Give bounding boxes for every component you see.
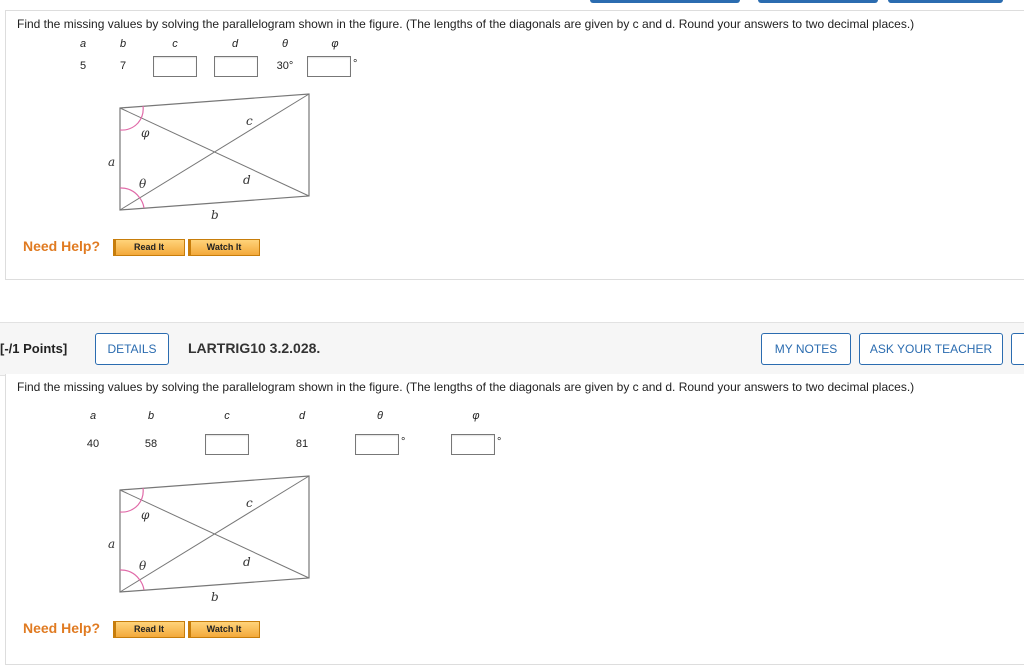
header-c: c — [224, 410, 230, 422]
figure-b-label: b — [211, 208, 219, 220]
diagonal-d-line — [119, 475, 310, 593]
need-help-label: Need Help? — [23, 238, 101, 254]
figure-d-label: d — [243, 555, 251, 569]
input-d[interactable] — [214, 56, 258, 77]
header-d: d — [231, 38, 239, 50]
value-d: 81 — [295, 438, 309, 450]
header-a: a — [79, 38, 87, 50]
details-button[interactable]: DETAILS — [95, 333, 169, 365]
figure-c-label: c — [246, 496, 253, 510]
figure-theta-label: θ — [139, 177, 147, 191]
top-tab-edge — [888, 0, 1003, 3]
input-phi[interactable] — [451, 434, 495, 455]
header-a: a — [89, 410, 97, 422]
value-b: 7 — [119, 60, 127, 72]
input-c[interactable] — [153, 56, 197, 77]
watch-it-button[interactable]: Watch It — [188, 239, 260, 256]
question-code: LARTRIG10 3.2.028. — [188, 340, 321, 356]
figure-d-label: d — [243, 173, 251, 187]
top-tab-edge — [758, 0, 878, 3]
read-it-button[interactable]: Read It — [113, 239, 185, 256]
read-it-button[interactable]: Read It — [113, 621, 185, 638]
degree-symbol: ° — [401, 436, 406, 448]
header-b: b — [147, 410, 155, 422]
need-help-label: Need Help? — [23, 620, 101, 636]
top-tab-edge — [590, 0, 740, 3]
input-phi[interactable] — [307, 56, 351, 77]
parallelogram-figure: φ θ a b c d — [108, 93, 310, 220]
question-prompt: Find the missing values by solving the p… — [17, 380, 915, 394]
figure-phi-label: φ — [141, 508, 150, 522]
diagonal-d-line — [119, 93, 310, 211]
value-a: 40 — [86, 438, 100, 450]
overflow-button[interactable] — [1011, 333, 1024, 365]
top-tab-strip — [0, 0, 1024, 9]
header-phi: φ — [331, 38, 339, 50]
degree-symbol: ° — [497, 436, 502, 448]
value-theta: 30° — [276, 60, 294, 72]
figure-c-label: c — [246, 114, 253, 128]
header-c: c — [172, 38, 178, 50]
figure-a-label: a — [108, 537, 115, 551]
my-notes-button[interactable]: MY NOTES — [761, 333, 851, 365]
figure-theta-label: θ — [139, 559, 147, 573]
header-d: d — [298, 410, 306, 422]
figure-phi-label: φ — [141, 126, 150, 140]
input-theta[interactable] — [355, 434, 399, 455]
value-a: 5 — [79, 60, 87, 72]
watch-it-button[interactable]: Watch It — [188, 621, 260, 638]
header-theta: θ — [377, 410, 383, 422]
parallelogram-figure: φ θ a b c d — [108, 475, 310, 602]
figure-a-label: a — [108, 155, 115, 169]
header-phi: φ — [472, 410, 480, 422]
points-label: [-/1 Points] — [0, 341, 68, 356]
value-b: 58 — [144, 438, 158, 450]
ask-your-teacher-button[interactable]: ASK YOUR TEACHER — [859, 333, 1003, 365]
question-prompt: Find the missing values by solving the p… — [17, 17, 915, 31]
input-c[interactable] — [205, 434, 249, 455]
header-b: b — [119, 38, 127, 50]
figure-b-label: b — [211, 590, 219, 602]
header-theta: θ — [282, 38, 288, 50]
degree-symbol: ° — [353, 58, 358, 70]
